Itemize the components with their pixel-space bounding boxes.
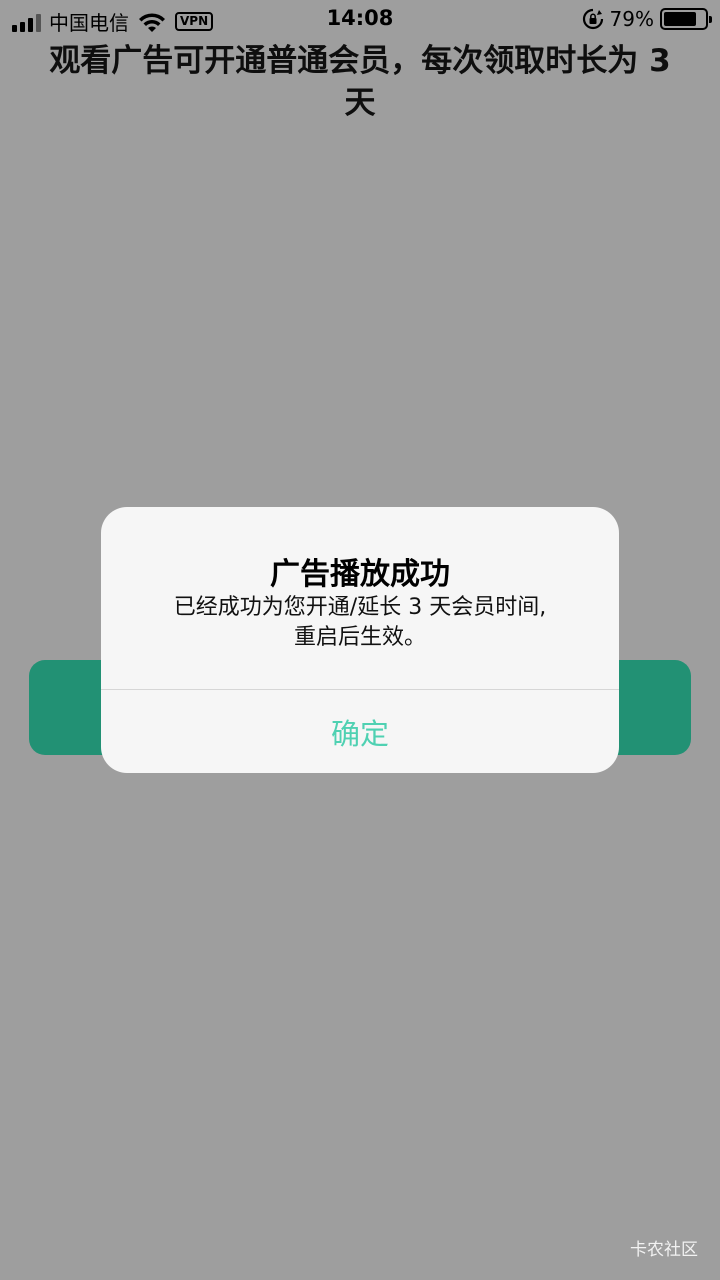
alert-dialog: 广告播放成功 已经成功为您开通/延长 3 天会员时间, 重启后生效。 确定 [101, 507, 619, 773]
battery-fill [664, 12, 696, 26]
battery-icon [660, 8, 712, 30]
dialog-message-line: 重启后生效。 [293, 625, 426, 650]
dialog-message: 已经成功为您开通/延长 3 天会员时间, 重启后生效。 [121, 593, 599, 653]
rotation-lock-icon [582, 8, 603, 30]
watermark: 卡农社区 [630, 1240, 698, 1260]
battery-percent: 79% [609, 7, 654, 31]
screen: 中国电信 VPN 14:08 79% 观看广告可开通普通会员，每次领取时长为 3… [0, 0, 720, 1280]
page-title: 观看广告可开通普通会员，每次领取时长为 3 天 [49, 43, 671, 121]
dialog-message-line: 已经成功为您开通/延长 3 天会员时间, [173, 595, 547, 620]
confirm-button[interactable]: 确定 [101, 690, 619, 773]
status-bar: 中国电信 VPN 14:08 79% [0, 0, 720, 38]
status-right: 79% [582, 7, 712, 31]
dialog-title: 广告播放成功 [270, 557, 450, 592]
